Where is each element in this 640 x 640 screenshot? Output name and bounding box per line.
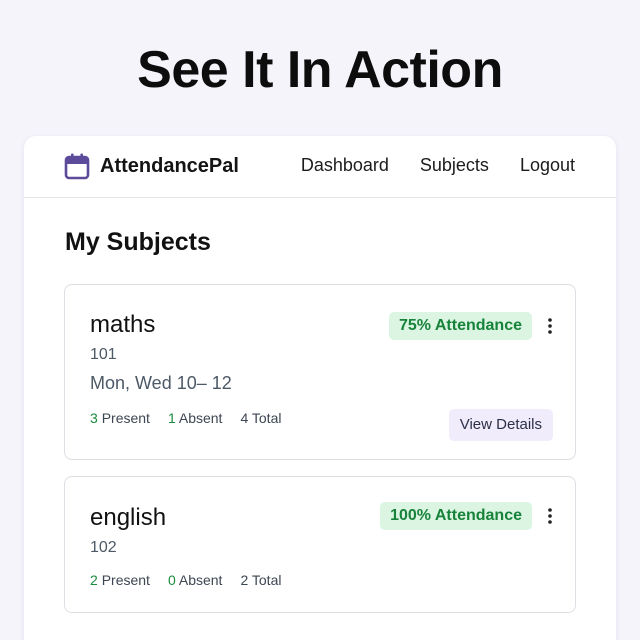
nav-link-subjects[interactable]: Subjects (420, 155, 489, 176)
absent-label: Absent (178, 572, 223, 588)
absent-stat: 1 Absent (168, 410, 223, 426)
absent-label: Absent (178, 410, 223, 426)
absent-count: 0 (167, 572, 176, 588)
subject-code: 102 (90, 539, 117, 556)
total-label: Total (251, 410, 282, 426)
total-label: Total (251, 572, 282, 588)
absent-stat: 0 Absent (168, 572, 223, 588)
attendance-badge: 75% Attendance (389, 312, 532, 340)
total-count: 2 (240, 572, 249, 588)
present-stat: 3 Present (90, 410, 150, 426)
hero-title: See It In Action (137, 41, 503, 99)
subject-name: english (90, 504, 167, 531)
present-label: Present (101, 572, 150, 588)
present-label: Present (101, 410, 150, 426)
more-vertical-icon[interactable] (545, 507, 555, 525)
subject-schedule: Mon, Wed 10– 12 (90, 373, 232, 393)
subject-name: maths (90, 311, 156, 338)
attendance-stats: 3 Present 1 Absent 4 Total (90, 410, 281, 426)
absent-count: 1 (167, 410, 176, 426)
nav-link-logout[interactable]: Logout (520, 155, 575, 176)
view-details-button[interactable]: View Details (448, 409, 553, 441)
nav-links: Dashboard Subjects Logout (301, 155, 575, 176)
brand[interactable]: AttendancePal (64, 152, 239, 180)
subject-card-maths[interactable]: maths 101 Mon, Wed 10– 12 3 Present 1 Ab… (64, 284, 576, 460)
attendance-stats: 2 Present 0 Absent 2 Total (90, 572, 281, 588)
total-stat: 4 Total (240, 410, 281, 426)
app-window: AttendancePal Dashboard Subjects Logout … (24, 136, 616, 640)
more-vertical-icon[interactable] (545, 317, 555, 335)
navbar: AttendancePal Dashboard Subjects Logout (24, 136, 616, 198)
present-count: 3 (90, 410, 98, 426)
nav-link-dashboard[interactable]: Dashboard (301, 155, 389, 176)
page-heading: My Subjects (65, 228, 211, 256)
subject-card-english[interactable]: english 102 2 Present 0 Absent 2 Total 1… (64, 476, 576, 613)
attendance-badge: 100% Attendance (380, 502, 532, 530)
present-count: 2 (90, 572, 98, 588)
brand-name: AttendancePal (100, 154, 239, 177)
total-count: 4 (240, 410, 249, 426)
calendar-icon (64, 153, 90, 180)
total-stat: 2 Total (240, 572, 281, 588)
subject-code: 101 (90, 346, 117, 363)
present-stat: 2 Present (90, 572, 150, 588)
